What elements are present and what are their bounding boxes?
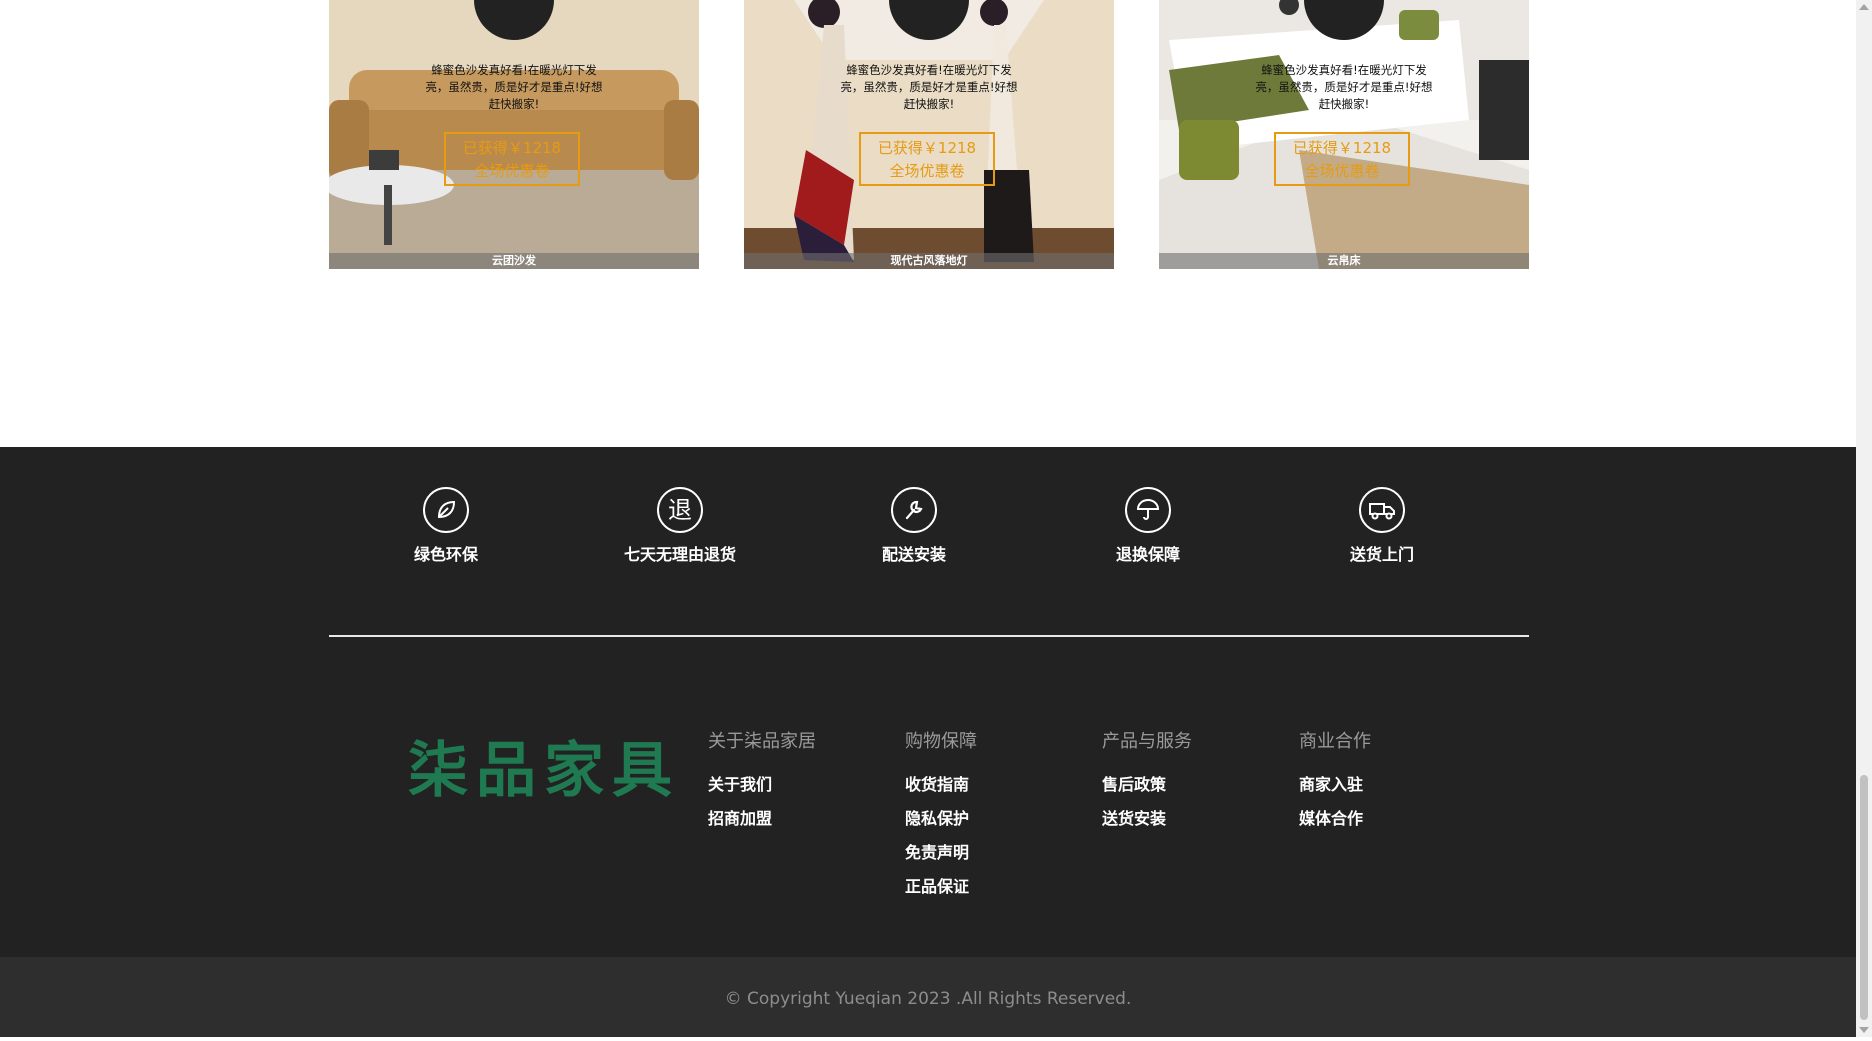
footer-link[interactable]: 关于我们 — [708, 768, 898, 802]
footer-link[interactable]: 售后政策 — [1102, 768, 1292, 802]
footer-column-services: 产品与服务 售后政策 送货安装 — [1102, 727, 1292, 836]
site-footer: 绿色环保 退 七天无理由退货 配送安装 退换保障 送货上门 柒品家具 关于柒品家… — [0, 447, 1856, 957]
product-caption: 现代古风落地灯 — [744, 253, 1114, 269]
copyright-bar: © Copyright Yueqian 2023 .All Rights Res… — [0, 957, 1856, 1037]
footer-link[interactable]: 送货安装 — [1102, 802, 1292, 836]
feature-label: 配送安装 — [881, 545, 946, 564]
product-description: 蜂蜜色沙发真好看!在暖光灯下发亮，虽然贵，质是好才是重点!好想赶快搬家! — [840, 63, 1018, 111]
feature-label: 七天无理由退货 — [623, 545, 736, 564]
page-scrollbar[interactable] — [1856, 0, 1872, 1037]
feature-green[interactable]: 绿色环保 — [346, 487, 546, 565]
feature-delivery[interactable]: 送货上门 — [1282, 487, 1482, 565]
feature-label: 送货上门 — [1349, 545, 1414, 564]
feature-install[interactable]: 配送安装 — [814, 487, 1014, 565]
product-card-lamp[interactable]: 蜂蜜色沙发真好看!在暖光灯下发亮，虽然贵，质是好才是重点!好想赶快搬家! 已获得… — [744, 0, 1114, 269]
product-card-bed[interactable]: 蜂蜜色沙发真好看!在暖光灯下发亮，虽然贵，质是好才是重点!好想赶快搬家! 已获得… — [1159, 0, 1529, 269]
feature-guarantee[interactable]: 退换保障 — [1048, 487, 1248, 565]
footer-link[interactable]: 媒体合作 — [1299, 802, 1489, 836]
footer-link[interactable]: 收货指南 — [905, 768, 1095, 802]
product-caption: 云帛床 — [1159, 253, 1529, 269]
column-title: 关于柒品家居 — [708, 731, 816, 752]
column-title: 商业合作 — [1299, 731, 1371, 752]
footer-link[interactable]: 正品保证 — [905, 870, 1095, 904]
coupon-amount: 已获得￥1218 — [1292, 139, 1392, 157]
footer-column-business: 商业合作 商家入驻 媒体合作 — [1299, 727, 1489, 836]
footer-link[interactable]: 免责声明 — [905, 836, 1095, 870]
return-icon: 退 — [657, 487, 703, 533]
scroll-up-icon[interactable] — [1859, 4, 1869, 10]
coupon-button[interactable]: 已获得￥1218 全场优惠卷 — [1274, 132, 1410, 186]
coupon-label: 全场优惠卷 — [889, 162, 965, 180]
footer-divider — [329, 635, 1529, 637]
column-title: 购物保障 — [905, 731, 977, 752]
product-description: 蜂蜜色沙发真好看!在暖光灯下发亮，虽然贵，质是好才是重点!好想赶快搬家! — [1255, 63, 1433, 111]
coupon-label: 全场优惠卷 — [474, 162, 550, 180]
feature-return[interactable]: 退 七天无理由退货 — [580, 487, 780, 565]
footer-link[interactable]: 隐私保护 — [905, 802, 1095, 836]
coupon-button[interactable]: 已获得￥1218 全场优惠卷 — [444, 132, 580, 186]
footer-column-about: 关于柒品家居 关于我们 招商加盟 — [708, 727, 898, 836]
brand-logo[interactable]: 柒品家具 — [408, 722, 680, 809]
delivery-truck-icon — [1359, 487, 1405, 533]
coupon-amount: 已获得￥1218 — [462, 139, 562, 157]
coupon-amount: 已获得￥1218 — [877, 139, 977, 157]
footer-link[interactable]: 商家入驻 — [1299, 768, 1489, 802]
coupon-label: 全场优惠卷 — [1304, 162, 1380, 180]
coupon-button[interactable]: 已获得￥1218 全场优惠卷 — [859, 132, 995, 186]
product-card-sofa[interactable]: 蜂蜜色沙发真好看!在暖光灯下发亮，虽然贵，质是好才是重点!好想赶快搬家! 已获得… — [329, 0, 699, 269]
column-title: 产品与服务 — [1102, 731, 1192, 752]
product-caption: 云团沙发 — [329, 253, 699, 269]
leaf-icon — [423, 487, 469, 533]
feature-label: 退换保障 — [1115, 545, 1180, 564]
scroll-thumb[interactable] — [1860, 775, 1868, 1020]
product-description: 蜂蜜色沙发真好看!在暖光灯下发亮，虽然贵，质是好才是重点!好想赶快搬家! — [425, 63, 603, 111]
umbrella-icon — [1125, 487, 1171, 533]
feature-label: 绿色环保 — [413, 545, 478, 564]
footer-column-shopping: 购物保障 收货指南 隐私保护 免责声明 正品保证 — [905, 727, 1095, 904]
wrench-icon — [891, 487, 937, 533]
footer-link[interactable]: 招商加盟 — [708, 802, 898, 836]
scroll-down-icon[interactable] — [1859, 1027, 1869, 1033]
